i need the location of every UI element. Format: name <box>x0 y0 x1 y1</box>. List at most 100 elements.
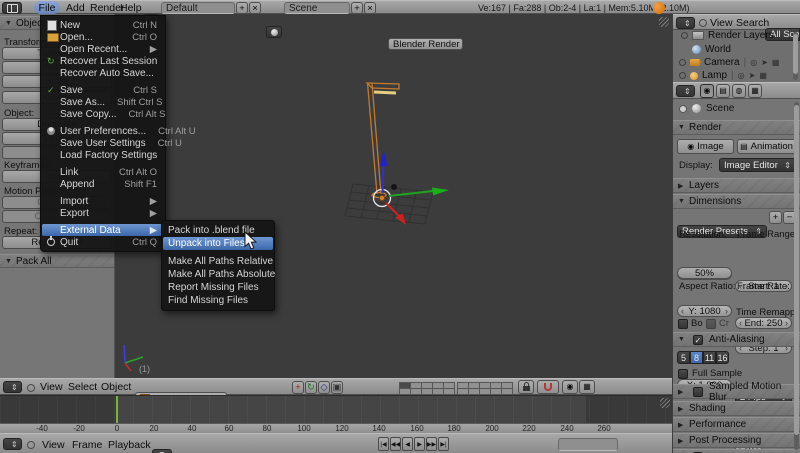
editor-type-selector[interactable] <box>2 2 22 14</box>
menu-help[interactable]: Help <box>120 2 142 14</box>
layers-panel-header[interactable]: ▶ Layers <box>673 178 800 193</box>
dimensions-panel-header[interactable]: ▼ Dimensions <box>673 194 800 209</box>
add-scene-button[interactable]: + <box>351 2 363 14</box>
restrict-view-icon[interactable]: ◎ <box>750 58 757 68</box>
outliner-item-world[interactable]: World <box>673 43 800 56</box>
header-collapse-icon[interactable] <box>27 384 35 392</box>
post-processing-panel-header[interactable]: ▶ Post Processing <box>673 433 800 448</box>
stamp-panel-header[interactable]: ▶ <box>673 449 800 453</box>
resolution-y-field[interactable]: Y: 1080 <box>677 305 732 317</box>
area-corner-handle[interactable] <box>659 17 669 27</box>
restrict-select-icon[interactable]: ➤ <box>749 71 756 81</box>
crop-checkbox[interactable]: Cr <box>706 318 729 329</box>
viewport-menu-object[interactable]: Object <box>101 381 131 393</box>
menu-item-open-recent[interactable]: Open Recent... ▶ <box>42 43 164 55</box>
scene-field[interactable]: Scene <box>284 2 350 14</box>
manipulator-scale-button[interactable]: ◇ <box>318 381 330 394</box>
render-opengl-anim-button[interactable]: ▦ <box>579 380 595 394</box>
viewport-menu-view[interactable]: View <box>40 381 63 393</box>
lock-to-scene-button[interactable] <box>518 380 534 394</box>
tab-scene[interactable]: ▤ <box>716 84 730 98</box>
restrict-render-icon[interactable]: ▦ <box>759 71 767 81</box>
delete-layout-button[interactable]: × <box>249 2 261 14</box>
menu-item-import[interactable]: Import ▶ <box>42 195 164 207</box>
jump-to-end-button[interactable]: ▶| <box>438 437 449 451</box>
properties-scrollbar[interactable] <box>794 102 799 450</box>
submenu-item-find-missing-files[interactable]: Find Missing Files <box>163 294 273 307</box>
header-collapse-icon[interactable] <box>27 441 35 449</box>
submenu-item-make-paths-absolute[interactable]: Make All Paths Absolute <box>163 268 273 281</box>
render-opengl-button[interactable]: ◉ <box>562 380 578 394</box>
viewport-menu-select[interactable]: Select <box>68 381 97 393</box>
menu-file[interactable]: File <box>34 1 60 14</box>
manipulator-combo-button[interactable]: ▣ <box>331 381 343 394</box>
frame-end-field[interactable]: End: 250 <box>735 317 792 329</box>
breadcrumb[interactable]: Scene <box>679 103 734 114</box>
aa-samples-5-button[interactable]: 5 <box>677 351 690 364</box>
pack-all-panel-header[interactable]: ▼ Pack All <box>0 254 114 268</box>
outliner-menu-view[interactable]: View <box>710 17 733 29</box>
viewport-editor-selector[interactable] <box>3 381 22 393</box>
restrict-render-icon[interactable]: ▦ <box>772 58 780 68</box>
timeline-canvas[interactable] <box>0 395 672 423</box>
use-preview-range-button[interactable] <box>152 449 172 453</box>
properties-editor-selector[interactable] <box>676 85 695 97</box>
aa-samples-8-button[interactable]: 8 <box>690 351 703 364</box>
menu-item-export[interactable]: Export ▶ <box>42 207 164 219</box>
layers-group-2[interactable] <box>457 382 513 395</box>
menu-item-open[interactable]: Open... Ctrl O <box>42 31 164 43</box>
menu-item-save-copy[interactable]: Save Copy... Ctrl Alt S <box>42 108 164 120</box>
timeline-menu-playback[interactable]: Playback <box>108 439 151 451</box>
submenu-item-report-missing-files[interactable]: Report Missing Files <box>163 281 273 294</box>
outliner-item-camera[interactable]: Camera | ◎ ➤ ▦ <box>673 56 797 69</box>
play-reverse-button[interactable]: ◀ <box>402 437 413 451</box>
aa-samples-16-button[interactable]: 16 <box>716 351 729 364</box>
snap-button[interactable] <box>537 380 559 394</box>
current-frame-marker[interactable] <box>116 396 118 424</box>
delete-scene-button[interactable]: × <box>364 2 376 14</box>
sampled-motion-blur-panel-header[interactable]: ▶ Sampled Motion Blur <box>673 384 800 399</box>
play-button[interactable]: ▶ <box>414 437 425 451</box>
render-image-button[interactable]: ◉ Image <box>677 139 734 154</box>
outliner-item-render-layers[interactable]: Render Layers <box>673 29 799 42</box>
outliner-item-lamp[interactable]: Lamp | ◎ ➤ ▦ <box>673 69 797 82</box>
tab-render[interactable]: ◉ <box>700 84 714 98</box>
menu-add[interactable]: Add <box>66 2 85 14</box>
outliner-editor-selector[interactable] <box>676 17 695 29</box>
restrict-view-icon[interactable]: ◎ <box>738 71 745 81</box>
menu-item-save-as[interactable]: Save As... Shift Ctrl S <box>42 96 164 108</box>
jump-to-start-button[interactable]: |◀ <box>378 437 389 451</box>
menu-item-new[interactable]: New Ctrl N <box>42 19 164 31</box>
resolution-percentage-field[interactable]: 50% <box>677 267 732 279</box>
add-preset-button[interactable]: + <box>769 211 782 224</box>
shading-panel-header[interactable]: ▶ Shading <box>673 401 800 416</box>
render-panel-header[interactable]: ▼ Render <box>673 120 800 135</box>
manipulator-rotate-button[interactable]: ↻ <box>305 381 317 394</box>
restrict-select-icon[interactable]: ➤ <box>761 58 768 68</box>
keying-set-field[interactable] <box>558 438 618 451</box>
performance-panel-header[interactable]: ▶ Performance <box>673 417 800 432</box>
menu-item-user-preferences[interactable]: User Preferences... Ctrl Alt U <box>42 125 164 137</box>
aa-samples-11-button[interactable]: 11 <box>703 351 716 364</box>
3d-viewport[interactable]: (1) <box>115 14 672 378</box>
submenu-item-make-paths-relative[interactable]: Make All Paths Relative <box>163 255 273 268</box>
menu-item-recover-last-session[interactable]: ↻ Recover Last Session <box>42 55 164 67</box>
full-sample-checkbox[interactable]: Full Sample <box>678 368 742 379</box>
menu-item-link[interactable]: Link Ctrl Alt O <box>42 166 164 178</box>
border-checkbox[interactable]: Bo <box>678 318 703 329</box>
area-corner-handle[interactable] <box>660 398 670 408</box>
smb-checkbox[interactable] <box>693 387 703 397</box>
outliner-menu-search[interactable]: Search <box>736 17 769 29</box>
timeline-editor-selector[interactable] <box>3 438 22 450</box>
layers-group-1[interactable] <box>399 382 455 395</box>
menu-item-external-data[interactable]: External Data ▶ <box>42 224 164 236</box>
scene-icon-button[interactable] <box>266 26 282 38</box>
outliner-scrollbar[interactable] <box>793 32 798 80</box>
render-animation-button[interactable]: ▤ Animation <box>737 139 796 154</box>
menu-item-recover-auto-save[interactable]: Recover Auto Save... <box>42 67 164 79</box>
menu-item-load-factory-settings[interactable]: Load Factory Settings <box>42 149 164 161</box>
header-collapse-icon[interactable] <box>699 19 707 27</box>
render-engine-select[interactable]: Blender Render <box>388 38 463 50</box>
menu-item-save[interactable]: ✓ Save Ctrl S <box>42 84 164 96</box>
display-select[interactable]: Image Editor <box>719 158 796 172</box>
